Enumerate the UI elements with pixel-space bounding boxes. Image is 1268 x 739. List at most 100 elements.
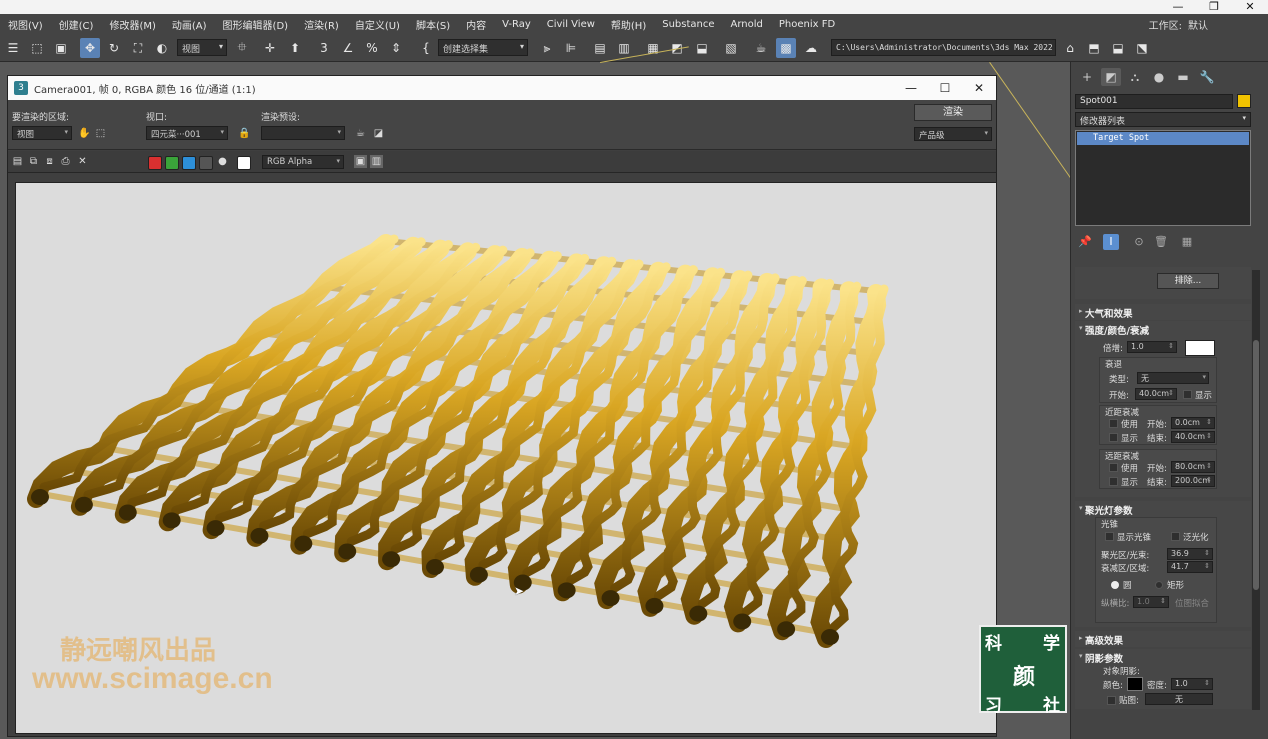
expanded-caret-icon[interactable]: ▾ <box>1079 324 1083 332</box>
keyboard-shortcut-icon[interactable]: ⬆ <box>285 38 305 58</box>
expanded-caret-icon[interactable]: ▾ <box>1079 652 1083 660</box>
hotspot-spinner[interactable]: 36.9 ⇕ <box>1167 548 1213 560</box>
modifier-list-dropdown[interactable]: 修改器列表 ▾ <box>1075 112 1251 127</box>
menu-help[interactable]: 帮助(H) <box>603 17 654 32</box>
place-icon[interactable]: ◐ <box>152 38 172 58</box>
render-button[interactable]: 渲染 <box>914 104 992 121</box>
green-channel-icon[interactable] <box>165 156 179 170</box>
near-show-checkbox[interactable] <box>1109 433 1118 442</box>
overshoot-checkbox[interactable] <box>1171 532 1180 541</box>
make-unique-icon[interactable]: ⊙ <box>1131 234 1147 250</box>
light-color-swatch[interactable] <box>1185 340 1215 356</box>
far-use-checkbox[interactable] <box>1109 463 1118 472</box>
exclude-button[interactable]: 排除... <box>1157 273 1219 289</box>
menu-rendering[interactable]: 渲染(R) <box>296 17 347 32</box>
density-spinner[interactable]: 1.0 ⇕ <box>1171 678 1213 690</box>
atmosphere-rollout[interactable]: ▸ 大气和效果 <box>1075 304 1251 320</box>
material-editor-icon[interactable]: ⬓ <box>692 38 712 58</box>
create-tab-icon[interactable]: + <box>1077 68 1097 86</box>
red-channel-icon[interactable] <box>148 156 162 170</box>
circle-radio[interactable] <box>1111 581 1119 589</box>
copy-image-icon[interactable]: ⧉ <box>27 155 40 168</box>
curve-editor-icon[interactable]: ▦ <box>643 38 663 58</box>
decay-show-checkbox[interactable] <box>1183 390 1192 399</box>
shadow-map-checkbox[interactable] <box>1107 696 1116 705</box>
shadow-color-swatch[interactable] <box>1127 677 1143 691</box>
render-setup-icon[interactable]: ▧ <box>721 38 741 58</box>
modifier-stack[interactable]: Target Spot <box>1075 130 1251 226</box>
settings-icon[interactable]: ⬔ <box>1132 38 1152 58</box>
spinner-snap-icon[interactable]: ⇕ <box>386 38 406 58</box>
mirror-icon[interactable]: ⫸ <box>537 38 557 58</box>
pivot-icon[interactable]: ⯐ <box>232 38 252 58</box>
clone-window-icon[interactable]: ⧈ <box>43 155 56 168</box>
save-icon[interactable]: ⬒ <box>1084 38 1104 58</box>
auto-region-icon[interactable]: ⬚ <box>94 127 107 140</box>
workspace-value[interactable]: 默认 <box>1188 17 1208 32</box>
shadow-map-button[interactable]: 无 <box>1145 693 1213 705</box>
menu-view[interactable]: 视图(V) <box>0 17 51 32</box>
toggle-ui-overlay-icon[interactable]: ▣ <box>354 155 367 168</box>
far-show-checkbox[interactable] <box>1109 477 1118 486</box>
quality-dropdown[interactable]: 产品级 ▾ <box>914 127 992 141</box>
render-frame-icon[interactable]: ☕ <box>751 38 771 58</box>
far-start-spinner[interactable]: 80.0cm ⇕ <box>1171 461 1215 473</box>
open-icon[interactable]: ⬓ <box>1108 38 1128 58</box>
scrollbar-thumb[interactable] <box>1253 340 1259 590</box>
workspace-selector[interactable]: 工作区: 默认 <box>1149 17 1208 32</box>
restore-icon[interactable]: ❐ <box>1196 0 1232 14</box>
rfw-minimize-icon[interactable]: — <box>894 76 928 100</box>
preset-dropdown[interactable]: ▾ <box>261 126 345 140</box>
percent-snap-icon[interactable]: % <box>362 38 382 58</box>
menu-animation[interactable]: 动画(A) <box>164 17 215 32</box>
menu-substance[interactable]: Substance <box>654 19 722 30</box>
menu-phoenix[interactable]: Phoenix FD <box>771 19 843 30</box>
scale-icon[interactable]: ⛶ <box>128 38 148 58</box>
rfw-close-icon[interactable]: ✕ <box>962 76 996 100</box>
near-use-checkbox[interactable] <box>1109 419 1118 428</box>
menu-graph-editors[interactable]: 图形编辑器(D) <box>215 17 297 32</box>
multiplier-spinner[interactable]: 1.0 ⇕ <box>1127 341 1177 353</box>
decay-type-dropdown[interactable]: 无 ▾ <box>1137 372 1209 384</box>
stack-item-target-spot[interactable]: Target Spot <box>1077 132 1249 145</box>
menu-scripting[interactable]: 脚本(S) <box>408 17 458 32</box>
named-selection-select[interactable]: 创建选择集 ▾ <box>438 39 528 56</box>
pin-stack-icon[interactable]: 📌 <box>1077 234 1093 250</box>
align-icon[interactable]: ⊫ <box>561 38 581 58</box>
toggle-ribbon-icon[interactable]: ▥ <box>614 38 634 58</box>
snap-3d-icon[interactable]: 3 <box>314 38 334 58</box>
remove-modifier-icon[interactable]: 🗑 <box>1153 234 1169 250</box>
clear-icon[interactable]: ✕ <box>76 155 89 168</box>
display-tab-icon[interactable]: ▬ <box>1173 68 1193 86</box>
layer-explorer-icon[interactable]: ▤ <box>590 38 610 58</box>
alpha-channel-icon[interactable] <box>199 156 213 170</box>
named-selection-icon[interactable]: { <box>416 38 436 58</box>
render-setup-small-icon[interactable]: ☕ <box>354 127 367 140</box>
project-path[interactable]: C:\Users\Administrator\Documents\3ds Max… <box>831 39 1056 56</box>
falloff-spinner[interactable]: 41.7 ⇕ <box>1167 561 1213 573</box>
advanced-rollout[interactable]: ▸ 高级效果 <box>1075 631 1251 647</box>
rotate-icon[interactable]: ↻ <box>104 38 124 58</box>
near-start-spinner[interactable]: 0.0cm ⇕ <box>1171 417 1215 429</box>
aspect-spinner[interactable]: 1.0 ⇕ <box>1133 596 1169 608</box>
render-production-icon[interactable]: ▩ <box>776 38 796 58</box>
area-dropdown[interactable]: 视图 ▾ <box>12 126 72 140</box>
motion-tab-icon[interactable]: ● <box>1149 68 1169 86</box>
menu-customize[interactable]: 自定义(U) <box>347 17 408 32</box>
render-iterative-icon[interactable]: ☁ <box>801 38 821 58</box>
menu-modifiers[interactable]: 修改器(M) <box>101 17 163 32</box>
intensity-title[interactable]: 强度/颜色/衰减 <box>1085 323 1149 337</box>
rfw-maximize-icon[interactable]: ☐ <box>928 76 962 100</box>
menu-vray[interactable]: V-Ray <box>494 19 539 30</box>
mono-icon[interactable]: ● <box>216 155 229 168</box>
hierarchy-tab-icon[interactable]: ⛬ <box>1125 68 1145 86</box>
viewport-dropdown[interactable]: 四元菜···001 ▾ <box>146 126 228 140</box>
modify-tab-icon[interactable]: ◩ <box>1101 68 1121 86</box>
toggle-ui-icon[interactable]: ▥ <box>370 155 383 168</box>
move-icon[interactable]: ✥ <box>80 38 100 58</box>
show-end-result-icon[interactable]: I <box>1103 234 1119 250</box>
decay-start-spinner[interactable]: 40.0cm ⇕ <box>1135 388 1177 400</box>
near-end-spinner[interactable]: 40.0cm ⇕ <box>1171 431 1215 443</box>
angle-snap-icon[interactable]: ∠ <box>338 38 358 58</box>
window-crossing-icon[interactable]: ▣ <box>51 38 71 58</box>
